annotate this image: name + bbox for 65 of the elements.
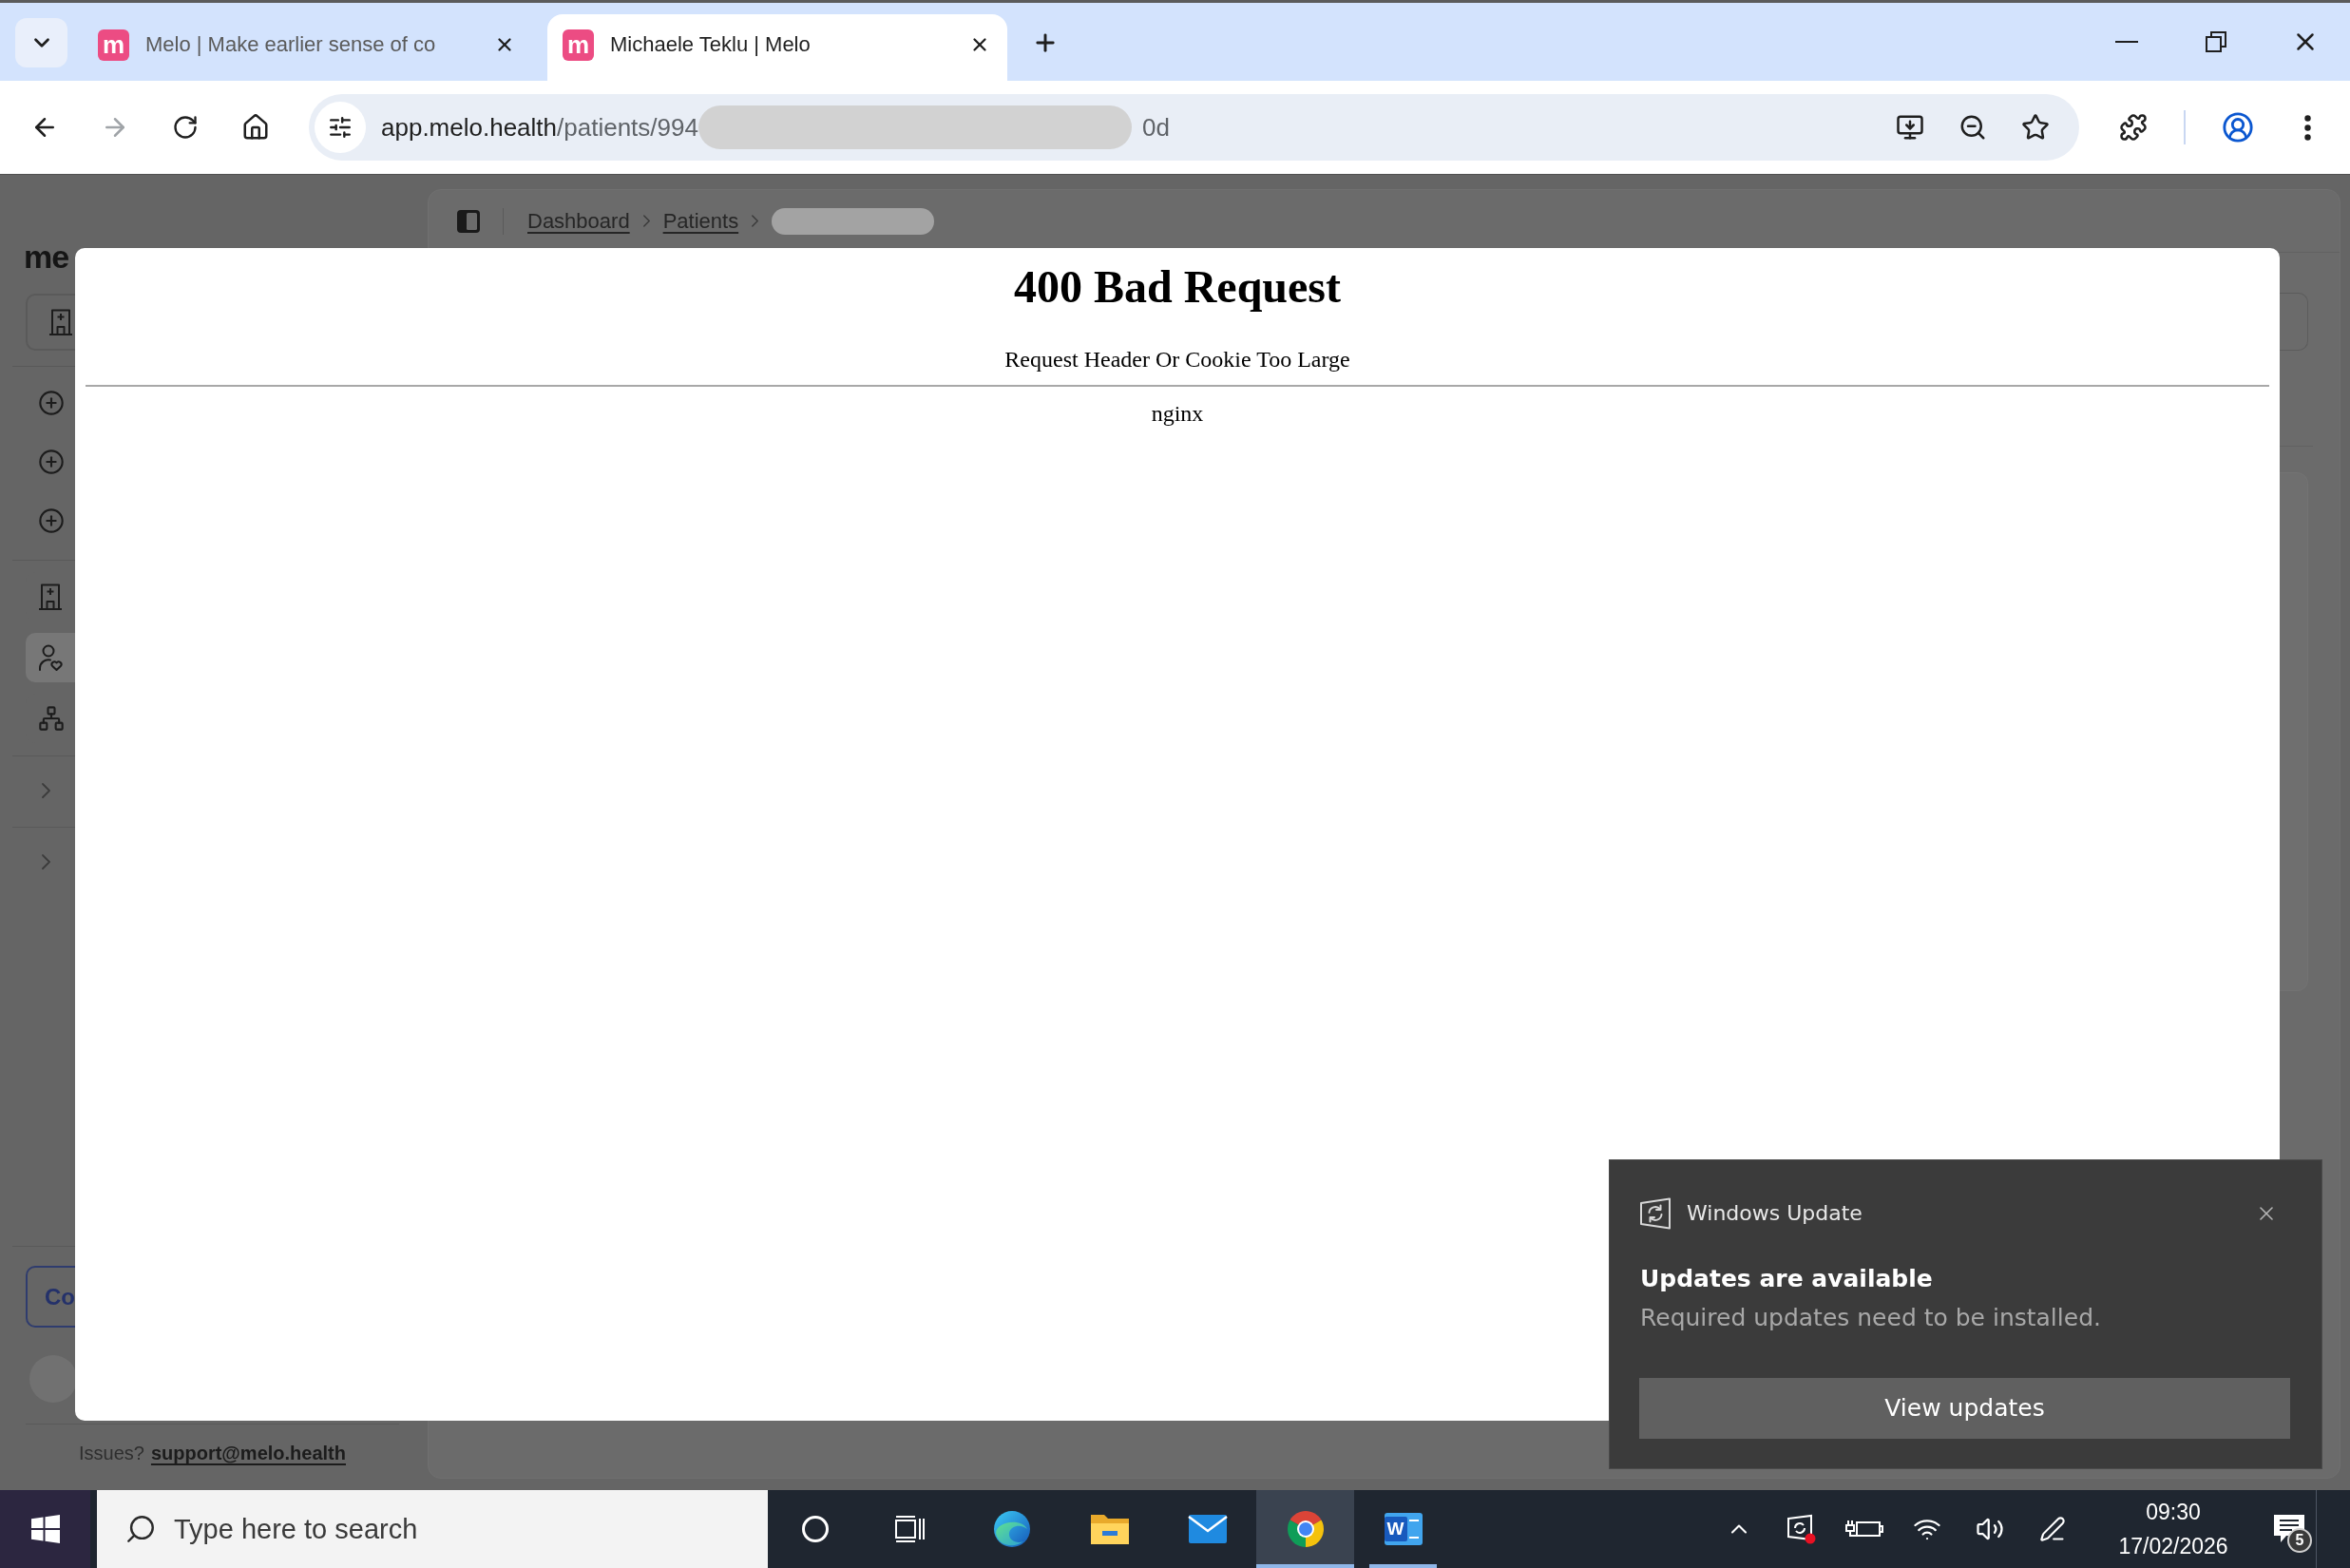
server-name: nginx [1150, 400, 1205, 427]
notification-title: Updates are available [1640, 1264, 1933, 1294]
view-updates-button[interactable]: View updates [1639, 1378, 2290, 1439]
taskbar-app-button[interactable]: W [1354, 1490, 1452, 1568]
error-heading: 400 Bad Request [1012, 260, 1342, 314]
notifications-button[interactable]: 5 [2263, 1490, 2316, 1568]
menu-icon [2303, 114, 2311, 141]
search-field[interactable]: Type here to search [97, 1490, 768, 1568]
browser-tab[interactable]: m Michaele Teklu | Melo [547, 14, 1007, 81]
notification-app-name: Windows Update [1687, 1200, 1863, 1227]
sidebar-toggle-icon [456, 208, 481, 234]
chevron-right-icon [642, 215, 650, 227]
update-alert-icon [1786, 1514, 1817, 1544]
browser-tab[interactable]: m Melo | Make earlier sense of co [83, 14, 532, 81]
logo-text: me [24, 238, 69, 276]
issues-label: Issues? [79, 1442, 144, 1465]
browser-logo-icon [1286, 1510, 1325, 1548]
site-info-button[interactable] [315, 102, 366, 153]
update-icon [1639, 1197, 1672, 1230]
tab-title: Melo | Make earlier sense of co [145, 31, 436, 58]
task-view-icon [894, 1515, 927, 1543]
add-icon [38, 507, 65, 534]
zoom-out-icon [1958, 113, 1987, 142]
monitor-download-icon [1896, 113, 1924, 142]
start-button[interactable] [0, 1490, 90, 1568]
sidebar-toggle-button[interactable] [455, 207, 482, 235]
url-text: 0d [1141, 112, 1170, 143]
notification-count-badge: 5 [2287, 1528, 2312, 1553]
tab-search-button[interactable] [15, 18, 67, 67]
pen-icon [2039, 1516, 2066, 1542]
chevron-right-icon [752, 215, 759, 227]
document-w-icon: W [1384, 1512, 1423, 1546]
org-chart-icon [38, 705, 65, 732]
puzzle-icon [2119, 113, 2148, 142]
profile-icon [2222, 111, 2254, 143]
url-text: app.melo.health/patients/994 [381, 112, 698, 143]
sidebar-item[interactable] [26, 633, 76, 682]
address-bar[interactable]: app.melo.health/patients/994 0d [309, 94, 2079, 161]
windows-logo-icon [30, 1515, 60, 1543]
ring-icon [801, 1515, 830, 1543]
envelope-icon [1187, 1514, 1228, 1544]
swirl-browser-icon [992, 1510, 1031, 1548]
folder-icon [1089, 1512, 1130, 1546]
minimize-icon [2115, 41, 2138, 43]
building-icon [38, 583, 63, 610]
restore-icon [2206, 31, 2226, 52]
reload-icon [172, 114, 199, 141]
clock-date: 17/02/2026 [2118, 1533, 2228, 1560]
tab-title: Michaele Teklu | Melo [610, 31, 811, 58]
person-heart-icon [38, 644, 63, 671]
notification-body: Required updates need to be installed. [1640, 1303, 2101, 1333]
tune-icon [328, 115, 353, 140]
add-icon [38, 390, 65, 416]
favicon: m [563, 29, 594, 61]
star-icon [2021, 113, 2050, 142]
taskbar-app-button[interactable] [1256, 1490, 1354, 1568]
error-message: Request Header Or Cookie Too Large [1003, 346, 1351, 373]
home-icon [241, 113, 270, 142]
clock-time: 09:30 [2146, 1499, 2201, 1526]
search-icon [124, 1513, 157, 1545]
favicon: m [98, 29, 129, 61]
add-icon [38, 449, 65, 475]
avatar [29, 1355, 77, 1403]
clock-button[interactable]: 09:30 17/02/2026 [2084, 1490, 2263, 1568]
building-icon [48, 309, 73, 335]
